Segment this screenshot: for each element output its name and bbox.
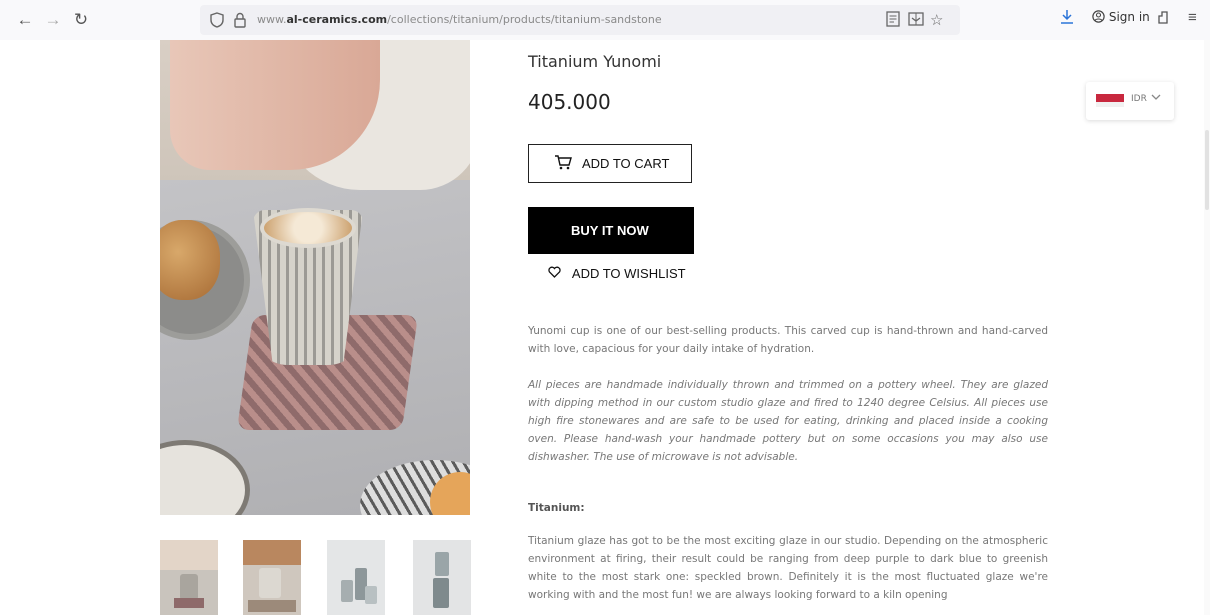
bookmark-star-icon[interactable]: ☆ [930, 11, 943, 29]
url-domain: al-ceramics.com [286, 13, 388, 26]
add-to-cart-button[interactable]: ADD TO CART [528, 144, 692, 183]
address-bar[interactable]: www.al-ceramics.com/collections/titanium… [200, 5, 960, 35]
product-description-care: All pieces are handmade individually thr… [528, 379, 1048, 463]
shield-icon[interactable] [210, 12, 224, 31]
download-icon[interactable] [1060, 9, 1074, 29]
glaze-subheading: Titanium: [528, 502, 585, 514]
sign-in-label: Sign in [1108, 10, 1150, 24]
extensions-icon[interactable] [1156, 9, 1170, 29]
chevron-down-icon [1150, 91, 1162, 106]
page-scrollbar-thumb[interactable] [1205, 130, 1209, 210]
page-scrollbar[interactable] [1204, 40, 1210, 615]
heart-icon [548, 266, 561, 281]
currency-selector[interactable]: IDR [1086, 82, 1174, 120]
add-to-cart-label: ADD TO CART [582, 156, 670, 171]
url-path: /collections/titanium/products/titanium-… [387, 13, 662, 26]
reload-icon[interactable]: ↻ [70, 9, 92, 31]
product-main-image[interactable] [160, 40, 470, 515]
indonesia-flag-icon-white [1096, 102, 1124, 107]
add-to-wishlist-link[interactable]: ADD TO WISHLIST [548, 266, 686, 281]
indonesia-flag-icon [1096, 94, 1124, 102]
product-thumbnail-2[interactable] [243, 540, 301, 615]
forward-icon[interactable]: → [42, 9, 64, 31]
sign-in-button[interactable]: Sign in [1092, 10, 1150, 24]
buy-it-now-button[interactable]: BUY IT NOW [528, 207, 694, 254]
pocket-icon[interactable] [908, 11, 924, 31]
reader-view-icon[interactable] [886, 11, 900, 31]
product-thumbnail-1[interactable] [160, 540, 218, 615]
product-thumbnail-3[interactable] [327, 540, 385, 615]
glaze-description: Titanium glaze has got to be the most ex… [528, 535, 1048, 601]
url-prefix: www. [257, 13, 287, 26]
image-bread [160, 220, 220, 300]
wishlist-label: ADD TO WISHLIST [571, 266, 686, 281]
menu-icon[interactable]: ≡ [1188, 9, 1197, 26]
product-thumbnail-4[interactable] [413, 540, 471, 615]
browser-toolbar: ← → ↻ www.al-ceramics.com/collections/ti… [0, 0, 1210, 40]
lock-icon[interactable] [234, 12, 246, 31]
cart-icon [554, 154, 572, 174]
buy-it-now-label: BUY IT NOW [571, 223, 649, 238]
product-title: Titanium Yunomi [528, 52, 662, 71]
currency-code: IDR [1131, 94, 1147, 104]
url-text[interactable]: www.al-ceramics.com/collections/titanium… [257, 13, 662, 26]
account-icon [1092, 10, 1109, 24]
product-description-intro: Yunomi cup is one of our best-selling pr… [528, 325, 1048, 355]
back-icon[interactable]: ← [14, 9, 36, 31]
product-price: 405.000 [528, 90, 611, 114]
image-latte [260, 208, 356, 248]
